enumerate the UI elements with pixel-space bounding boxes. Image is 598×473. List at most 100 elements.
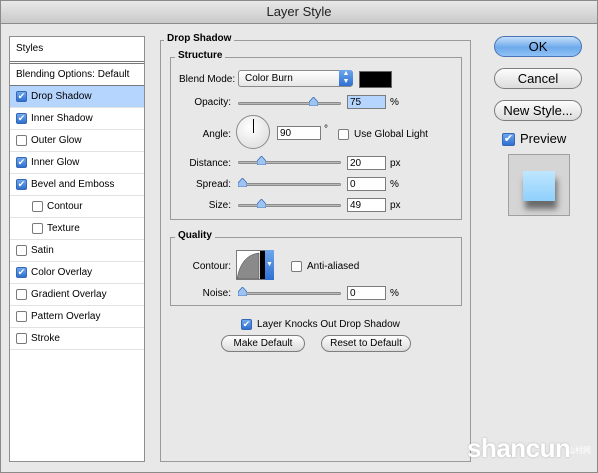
style-preview [508,154,570,216]
style-item-checkbox[interactable]: ✔ [16,112,27,124]
contour-dropdown-arrow-icon[interactable]: ▼ [265,250,274,280]
slider-thumb-icon [309,97,319,106]
layer-style-dialog: Layer Style Styles Blending Options: Def… [0,0,598,473]
style-item-checkbox[interactable]: ✔ [16,178,27,190]
style-item-color-overlay[interactable]: ✔ Color Overlay [10,262,144,284]
anti-aliased-label: Anti-aliased [307,261,360,272]
knocks-out-checkbox[interactable]: ✔ [241,319,252,330]
distance-label: Distance: [189,158,231,169]
make-default-button[interactable]: Make Default [221,335,305,352]
noise-unit: % [390,288,399,299]
style-item-checkbox[interactable]: ✔ [16,90,27,102]
slider-thumb-icon [238,178,247,187]
style-item-checkbox[interactable] [32,222,43,234]
style-item-checkbox[interactable]: ✔ [16,266,27,278]
use-global-light-label: Use Global Light [354,129,428,140]
opacity-label: Opacity: [194,97,231,108]
contour-label: Contour: [192,261,231,272]
style-item-label: Drop Shadow [31,91,92,102]
style-item-label: Color Overlay [31,267,93,278]
blending-options-item[interactable]: Blending Options: Default [10,64,144,86]
use-global-light-checkbox[interactable] [338,129,349,140]
size-unit: px [390,200,401,211]
style-item-label: Contour [47,201,83,212]
spread-slider-thumb[interactable] [238,178,247,187]
slider-thumb-icon [257,199,266,208]
size-label: Size: [208,200,231,211]
slider-thumb-icon [238,287,247,296]
noise-slider-thumb[interactable] [238,287,247,296]
preview-swatch [523,171,555,201]
style-item-texture[interactable]: Texture [10,218,144,240]
style-item-inner-shadow[interactable]: ✔ Inner Shadow [10,108,144,130]
angle-label: Angle: [202,129,231,140]
reset-to-default-button[interactable]: Reset to Default [321,335,411,352]
style-item-label: Stroke [31,333,60,344]
style-item-outer-glow[interactable]: Outer Glow [10,130,144,152]
slider-thumb-icon [257,156,266,165]
opacity-slider[interactable] [238,97,341,106]
distance-input[interactable]: 20 [347,156,386,170]
style-item-label: Texture [47,223,80,234]
drop-shadow-title: Drop Shadow [164,33,235,44]
style-item-contour[interactable]: Contour [10,196,144,218]
spread-unit: % [390,179,399,190]
style-item-pattern-overlay[interactable]: Pattern Overlay [10,306,144,328]
style-item-label: Bevel and Emboss [31,179,115,190]
style-item-checkbox[interactable] [16,288,27,300]
noise-input[interactable]: 0 [347,286,386,300]
style-item-checkbox[interactable] [16,332,27,344]
spread-slider[interactable] [238,178,341,187]
distance-slider[interactable] [238,156,341,165]
style-item-checkbox[interactable] [16,310,27,322]
opacity-input[interactable]: 75 [347,95,386,109]
contour-curve-icon [236,251,268,280]
style-item-checkbox[interactable] [16,134,27,146]
style-item-inner-glow[interactable]: ✔ Inner Glow [10,152,144,174]
blend-mode-value: Color Burn [245,73,293,84]
new-style-button[interactable]: New Style... [494,100,582,121]
anti-aliased-checkbox[interactable] [291,261,302,272]
blend-mode-label: Blend Mode: [179,74,236,85]
noise-label: Noise: [202,288,231,299]
style-item-drop-shadow[interactable]: ✔ Drop Shadow [10,86,144,108]
knocks-out-label: Layer Knocks Out Drop Shadow [257,319,400,330]
distance-slider-thumb[interactable] [257,156,266,165]
angle-input[interactable]: 90 [277,126,321,140]
size-slider-thumb[interactable] [257,199,266,208]
cancel-button[interactable]: Cancel [494,68,582,89]
preview-label: Preview [520,131,567,146]
size-input[interactable]: 49 [347,198,386,212]
styles-header[interactable]: Styles [10,37,144,64]
styles-list: Styles Blending Options: Default ✔ Drop S… [9,36,145,462]
shadow-color-swatch[interactable] [359,71,392,88]
spread-label: Spread: [195,179,231,190]
quality-title: Quality [175,230,215,241]
style-item-label: Inner Shadow [31,113,93,124]
style-item-label: Outer Glow [31,135,82,146]
style-item-checkbox[interactable]: ✔ [16,156,27,168]
style-item-satin[interactable]: Satin [10,240,144,262]
style-item-bevel-and-emboss[interactable]: ✔ Bevel and Emboss [10,174,144,196]
opacity-unit: % [390,97,399,108]
ok-button[interactable]: OK [494,36,582,57]
blend-mode-select[interactable]: Color Burn ▲ ▼ [238,70,353,87]
noise-slider[interactable] [238,287,341,296]
style-item-gradient-overlay[interactable]: Gradient Overlay [10,284,144,306]
style-item-checkbox[interactable] [32,200,43,212]
select-arrows-icon: ▲ ▼ [339,70,353,86]
angle-dial[interactable] [236,115,270,149]
angle-unit: ° [324,124,328,135]
distance-unit: px [390,158,401,169]
opacity-slider-thumb[interactable] [309,97,319,106]
style-item-checkbox[interactable] [16,244,27,256]
angle-dial-hand [253,119,254,133]
style-item-stroke[interactable]: Stroke [10,328,144,350]
watermark-sub: 山村网 [567,446,591,455]
style-item-label: Gradient Overlay [31,289,107,300]
preview-checkbox[interactable]: ✔ [502,133,515,146]
structure-title: Structure [175,50,226,61]
style-item-label: Inner Glow [31,157,80,168]
spread-input[interactable]: 0 [347,177,386,191]
size-slider[interactable] [238,199,341,208]
